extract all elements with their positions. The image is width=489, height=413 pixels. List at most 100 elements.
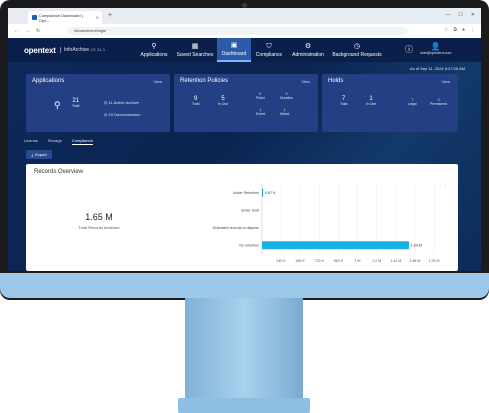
product-title: InfoArchive (64, 47, 90, 53)
chart-bar (262, 188, 264, 197)
compliance-shield-icon: ⛉ (266, 42, 272, 50)
data-label: 1.64 M (411, 244, 422, 248)
browser-tab-title: Compliance Dashboard | Ope... (38, 12, 83, 23)
star-icon[interactable]: ☆ (444, 27, 448, 33)
holds-card: Holds View 7 Total 1 In Use 7 Legal 0 Pe… (322, 74, 458, 132)
nav-background-requests[interactable]: ◷ Background Requests (329, 38, 385, 62)
active-archive-stat: ◎ 11 Active Archive (104, 100, 139, 105)
x-tick-label: 240 K (276, 259, 286, 263)
x-tick-label: 720 K (315, 259, 325, 263)
maximize-icon[interactable]: ☐ (458, 12, 462, 18)
holds-legal: 7 Legal (408, 98, 417, 106)
browser-address-bar: ← → ↻ infoarchive/#/login ☆ ⧉ ● ⋮ (8, 24, 481, 39)
category-label: Under Hold (241, 209, 259, 213)
tab-license[interactable]: License (24, 138, 38, 145)
stat-label: Duration (280, 96, 294, 100)
stat-label: Total (192, 102, 200, 106)
gear-icon: ⚙ (304, 42, 312, 50)
nav-administration[interactable]: ⚙ Administration (287, 38, 329, 62)
back-icon[interactable]: ← (14, 28, 19, 34)
card-title: Holds (328, 78, 344, 84)
active-archive-icon: ◎ (104, 100, 108, 105)
favicon-icon (32, 15, 37, 20)
records-overview-panel: Records Overview 1.65 M Total Records Ar… (26, 164, 458, 271)
holds-view-link[interactable]: View (441, 79, 450, 84)
x-tick-label: 1 M (355, 259, 361, 263)
stat-label: Fixed (256, 96, 265, 100)
retention-in-use: 5 In Use (218, 96, 228, 106)
stat-label: Total (72, 104, 80, 108)
saved-searches-icon: ▦ (191, 42, 199, 50)
user-menu[interactable]: 👤 user@opentext.com (420, 42, 451, 55)
nav-label: Saved Searches (176, 51, 214, 58)
url-field[interactable]: infoarchive/#/login (68, 27, 408, 35)
nav-label: Compliance (255, 51, 283, 58)
category-label: No retention (239, 244, 259, 248)
stat-label: Active Archive (113, 100, 139, 105)
close-tab-icon[interactable]: ✕ (96, 15, 99, 20)
screen: Compliance Dashboard | Ope... ✕ + — ☐ ✕ … (8, 8, 481, 271)
retention-total: 9 Total (192, 96, 199, 106)
new-tab-icon[interactable]: + (108, 12, 112, 19)
stat-label: In Use (366, 102, 377, 106)
retention-fixed: 0 Fixed (256, 92, 265, 100)
x-tick-label: 1.68 M (409, 259, 420, 263)
tab-storage[interactable]: Storage (48, 138, 62, 145)
profile-icon[interactable]: ● (462, 27, 465, 33)
export-button[interactable]: ⤓ Export (26, 150, 52, 159)
help-icon[interactable]: ⓘ (405, 44, 413, 55)
nav-label: Dashboard (221, 50, 247, 57)
nav-compliance[interactable]: ⛉ Compliance (251, 38, 287, 62)
browser-tab[interactable]: Compliance Dashboard | Ope... ✕ (28, 11, 102, 24)
window-controls: — ☐ ✕ (445, 12, 475, 18)
product-version: CE 24.3 (90, 47, 105, 52)
applications-view-link[interactable]: View (153, 79, 162, 84)
brand-logo: opentext (24, 46, 56, 55)
dashboard-subtabs: License Storage Compliance (24, 138, 93, 145)
nav-label: Background Requests (332, 51, 382, 58)
stat-value: 11 (108, 100, 113, 105)
total-records-label: Total Records Archived (78, 225, 120, 230)
nav-label: Administration (292, 51, 324, 58)
retention-event: 1 Event (256, 108, 265, 116)
decommission-stat: ◎ 10 Decommission (104, 112, 140, 117)
records-bar-chart: 240 K 480 K 720 K 960 K 1 M 1.2 M 1.44 M 1.68 M… (213, 184, 440, 263)
applications-icon: ⚲ (54, 100, 61, 110)
nav-saved-searches[interactable]: ▦ Saved Searches (174, 38, 216, 62)
dashboard-icon: ▣ (230, 41, 238, 49)
download-icon: ⤓ (31, 152, 34, 157)
stat-label: In Use (218, 102, 229, 106)
monitor-stand (185, 298, 303, 403)
clock-icon: ◷ (353, 42, 361, 50)
user-avatar-icon: 👤 (430, 42, 441, 51)
reload-icon[interactable]: ↻ (36, 28, 40, 34)
nav-applications[interactable]: ⚲ Applications (134, 38, 174, 62)
x-tick-label: 480 K (296, 259, 306, 263)
applications-icon: ⚲ (151, 42, 157, 50)
applications-card: Applications View ⚲ 21 Total ◎ 11 Active… (26, 74, 170, 132)
forward-icon[interactable]: → (25, 28, 30, 34)
x-tick-label: 1.92 M (429, 259, 440, 263)
category-label: Estimated records to dispose (213, 226, 259, 230)
retention-duration: 2 Duration (280, 92, 293, 100)
stat-label: Total (340, 102, 348, 106)
extensions-icon[interactable]: ⧉ (453, 27, 457, 33)
tab-compliance[interactable]: Compliance (71, 138, 93, 145)
close-window-icon[interactable]: ✕ (471, 12, 475, 18)
menu-icon[interactable]: ⋮ (470, 27, 475, 33)
data-label: 5.67 K (265, 191, 276, 195)
holds-permanent: 0 Permanent (430, 98, 447, 106)
holds-in-use: 1 In Use (366, 96, 376, 106)
stat-label: Event (256, 112, 265, 116)
minimize-icon[interactable]: — (445, 12, 450, 18)
panel-title: Records Overview (34, 169, 84, 175)
browser-toolbar-icons: ☆ ⧉ ● ⋮ (444, 27, 475, 33)
stat-value: 10 (108, 112, 114, 117)
retention-view-link[interactable]: View (301, 79, 310, 84)
x-tick-label: 1.44 M (390, 259, 401, 263)
nav-dashboard[interactable]: ▣ Dashboard (217, 38, 251, 62)
as-of-timestamp: As of Sep 11, 2024 9:27:06 AM (409, 66, 465, 71)
browser-nav-buttons: ← → ↻ (14, 28, 40, 34)
user-email: user@opentext.com (420, 51, 452, 55)
stat-label: Legal (408, 102, 417, 106)
